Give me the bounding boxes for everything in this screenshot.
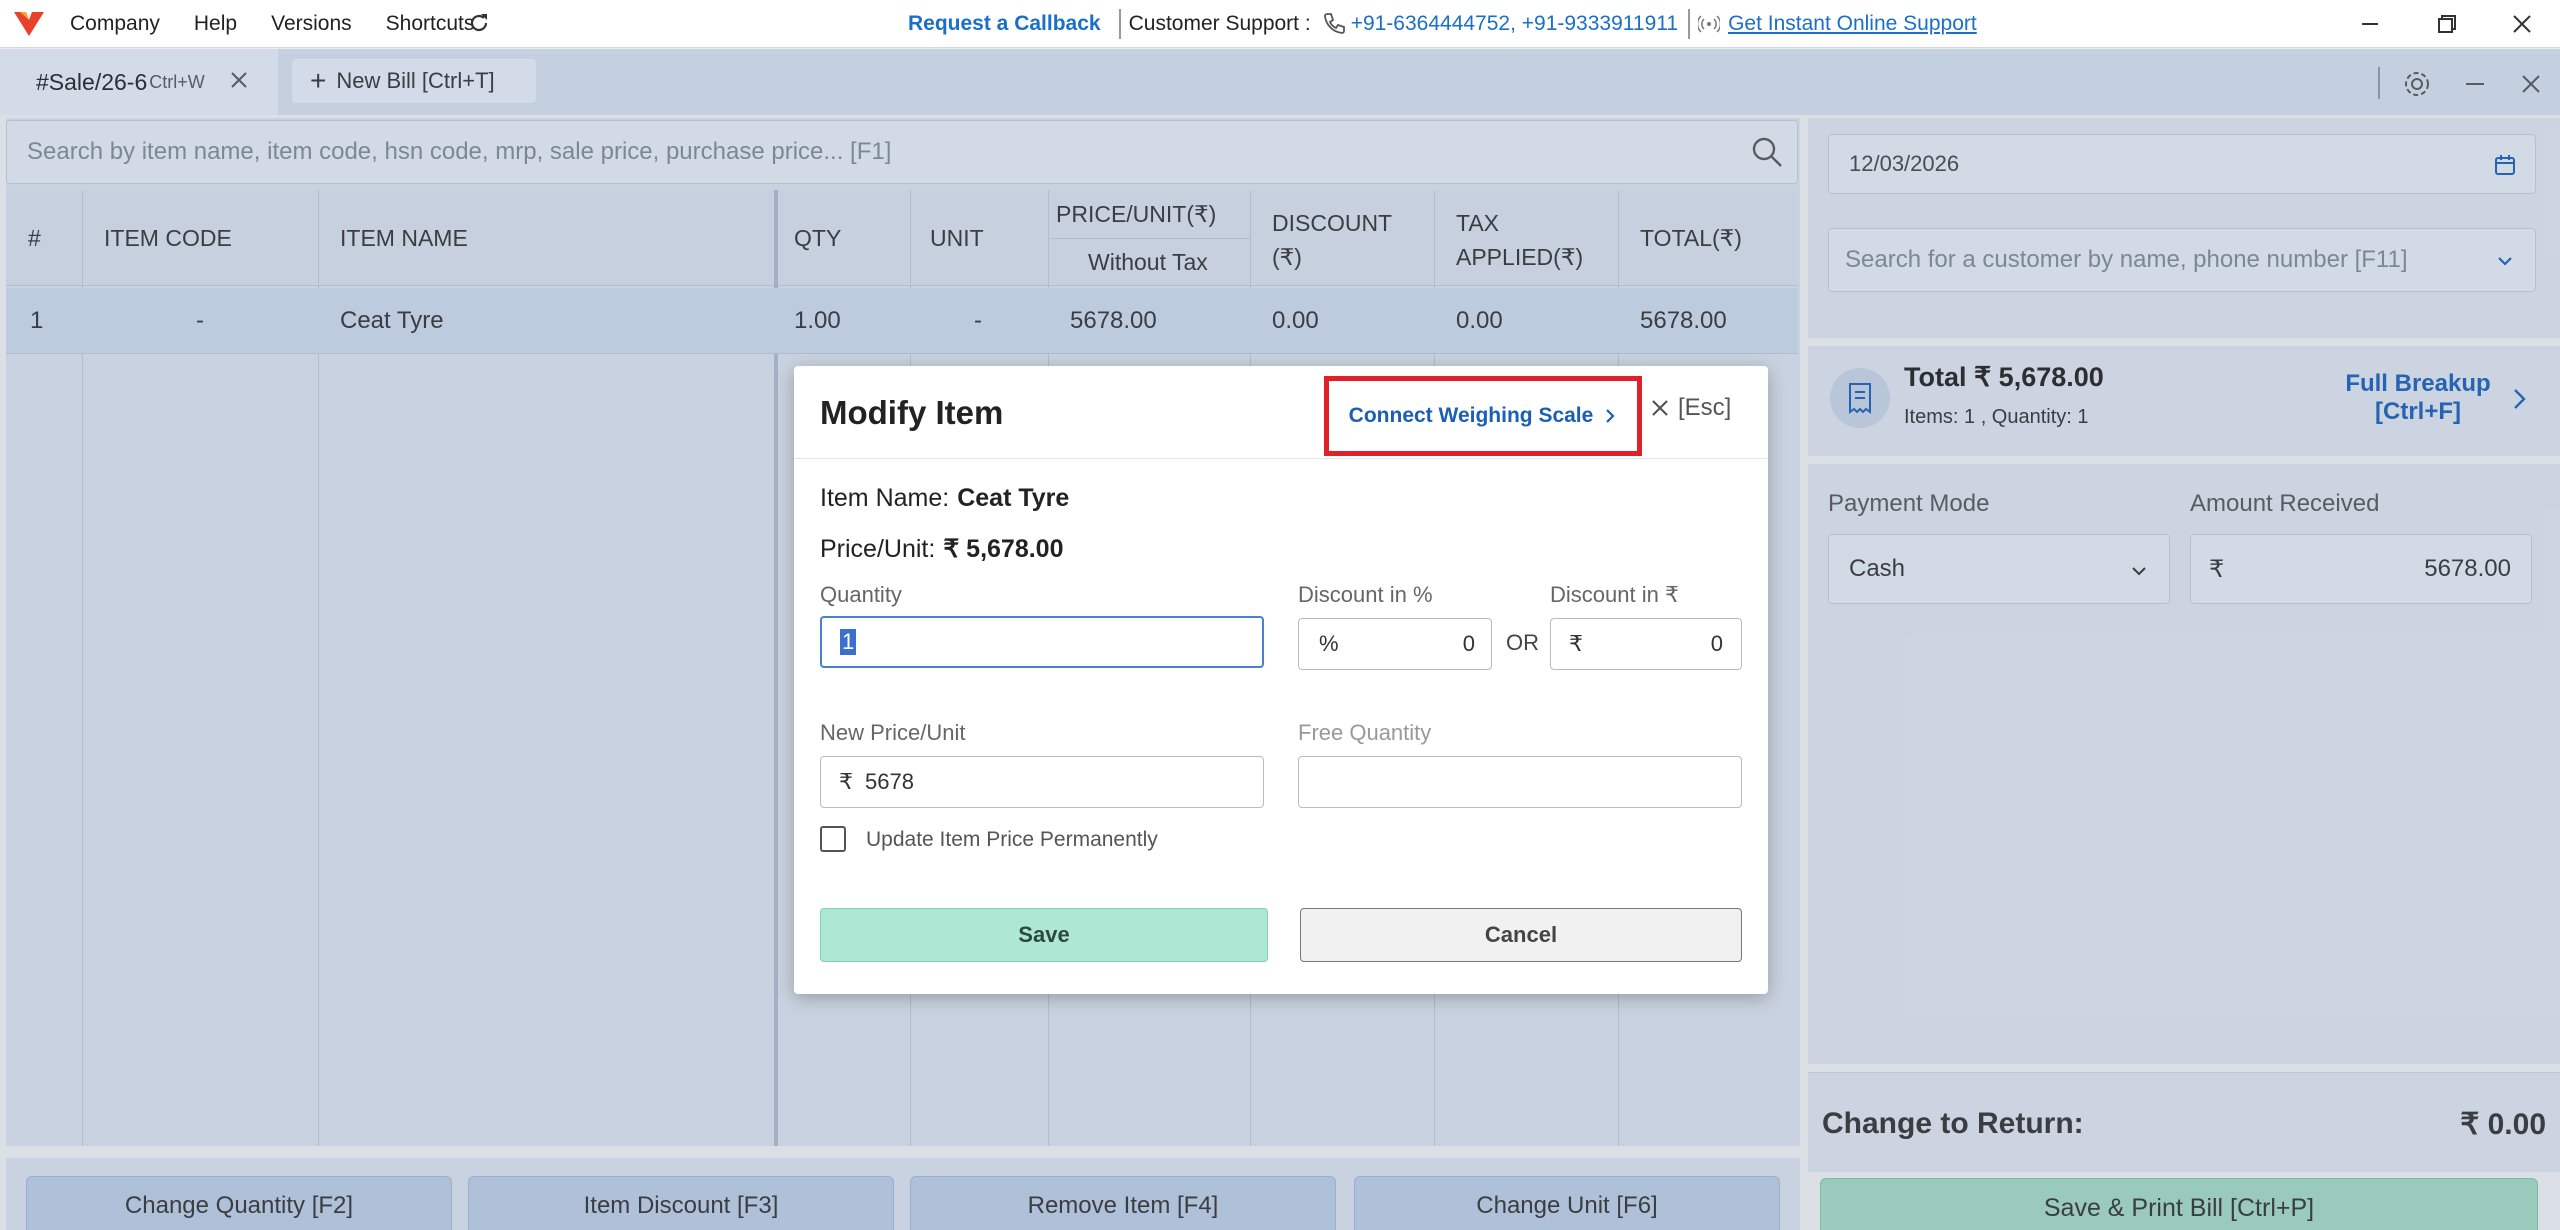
menu-company[interactable]: Company xyxy=(70,12,160,36)
update-price-label: Update Item Price Permanently xyxy=(866,828,1158,851)
divider xyxy=(1688,9,1691,39)
or-label: OR xyxy=(1506,630,1539,655)
update-price-checkbox[interactable] xyxy=(820,826,846,852)
esc-label: [Esc] xyxy=(1678,394,1732,421)
discount-percent-input[interactable]: % 0 xyxy=(1298,618,1492,670)
quantity-input[interactable]: 1 xyxy=(820,616,1264,668)
chevron-right-icon xyxy=(1606,409,1615,423)
phone-icon xyxy=(1323,13,1345,34)
broadcast-icon xyxy=(1698,15,1721,33)
percent-symbol: % xyxy=(1319,631,1339,656)
new-price-label: New Price/Unit xyxy=(820,720,966,745)
online-support-link[interactable]: Get Instant Online Support xyxy=(1728,12,1977,36)
rupee-symbol: ₹ xyxy=(839,769,853,794)
item-name-value: Ceat Tyre xyxy=(957,484,1070,512)
price-value: ₹ 5,678.00 xyxy=(943,535,1064,563)
divider xyxy=(1118,9,1121,39)
support-area: Request a Callback Customer Support : +9… xyxy=(908,0,1977,48)
request-callback-link[interactable]: Request a Callback xyxy=(908,12,1101,36)
price-label: Price/Unit: xyxy=(820,535,936,563)
menu-bar: Company Help Versions Shortcuts xyxy=(70,0,508,48)
new-price-value: 5678 xyxy=(865,769,914,794)
close-dialog-button[interactable]: [Esc] xyxy=(1648,394,1731,422)
connect-weighing-scale-label: Connect Weighing Scale xyxy=(1348,404,1594,427)
item-name-label: Item Name: xyxy=(820,484,950,512)
discount-amount-label: Discount in ₹ xyxy=(1550,582,1679,607)
menu-help[interactable]: Help xyxy=(194,12,237,36)
menu-versions[interactable]: Versions xyxy=(271,12,352,36)
support-phone-numbers[interactable]: +91-6364444752, +91-9333911911 xyxy=(1351,12,1678,36)
close-window-icon[interactable] xyxy=(2504,8,2540,40)
refresh-icon[interactable] xyxy=(466,10,492,36)
restore-icon[interactable] xyxy=(2428,8,2464,40)
minimize-icon[interactable] xyxy=(2352,8,2388,40)
discount-amount-value: 0 xyxy=(1710,631,1723,656)
modal-header: Modify Item Connect Weighing Scale [Esc] xyxy=(794,366,1768,459)
discount-amount-input[interactable]: ₹ 0 xyxy=(1550,618,1742,670)
rupee-symbol: ₹ xyxy=(1569,631,1583,656)
quantity-value: 1 xyxy=(840,629,857,655)
cancel-button[interactable]: Cancel xyxy=(1300,908,1742,962)
discount-percent-value: 0 xyxy=(1462,631,1475,656)
item-name-row: Item Name: Ceat Tyre xyxy=(820,484,1069,513)
menu-shortcuts[interactable]: Shortcuts xyxy=(386,12,475,36)
customer-support-label: Customer Support : xyxy=(1128,12,1311,35)
discount-percent-label: Discount in % xyxy=(1298,582,1433,607)
app-logo-icon xyxy=(14,12,44,36)
free-quantity-label: Free Quantity xyxy=(1298,720,1432,745)
save-button[interactable]: Save xyxy=(820,908,1268,962)
new-price-input[interactable]: ₹ 5678 xyxy=(820,756,1264,808)
connect-weighing-scale-button[interactable]: Connect Weighing Scale xyxy=(1324,376,1642,456)
title-bar: Company Help Versions Shortcuts Request … xyxy=(0,0,2560,48)
modify-item-dialog: Modify Item Connect Weighing Scale [Esc]… xyxy=(794,366,1768,994)
price-row: Price/Unit: ₹ 5,678.00 xyxy=(820,534,1063,564)
free-quantity-input[interactable] xyxy=(1298,756,1742,808)
quantity-label: Quantity xyxy=(820,582,902,607)
close-icon xyxy=(1652,400,1668,416)
modal-title: Modify Item xyxy=(820,394,1004,431)
